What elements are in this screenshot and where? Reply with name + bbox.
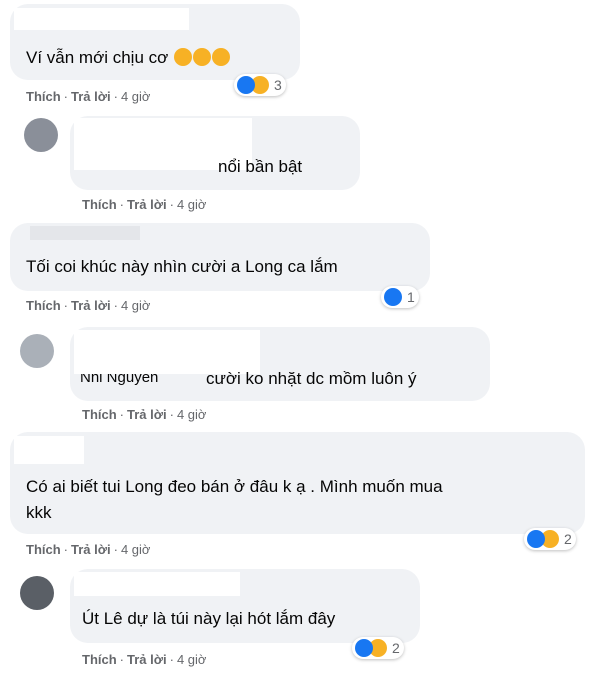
- comment-actions: Thích · Trả lời · 4 giờ: [26, 542, 151, 557]
- timestamp: 4 giờ: [120, 89, 151, 104]
- timestamp: 4 giờ: [176, 652, 207, 667]
- comment-actions: Thích · Trả lời · 4 giờ: [82, 407, 207, 422]
- reaction-count: 3: [274, 77, 282, 93]
- reply-link[interactable]: Trả lời: [71, 542, 111, 557]
- like-link[interactable]: Thích: [82, 197, 117, 212]
- like-link[interactable]: Thích: [26, 542, 61, 557]
- comment-text: nổi bần bật: [218, 157, 303, 176]
- reaction-count: 2: [392, 640, 400, 656]
- reply-link[interactable]: Trả lời: [71, 298, 111, 313]
- like-reaction-icon: [237, 76, 255, 94]
- like-reaction-icon: [527, 530, 545, 548]
- like-reaction-icon: [384, 288, 402, 306]
- like-reaction-icon: [355, 639, 373, 657]
- comment-text: Út Lê dự là túi này lại hót lắm đây: [82, 609, 336, 628]
- comment-actions: Thích · Trả lời · 4 giờ: [82, 197, 207, 212]
- redacted-name: [74, 572, 240, 596]
- like-link[interactable]: Thích: [26, 89, 61, 104]
- redacted-name: [14, 8, 189, 30]
- reply-link[interactable]: Trả lời: [71, 89, 111, 104]
- rolling-laughing-emoji-icon: [174, 48, 193, 66]
- reaction-summary[interactable]: 2: [524, 528, 576, 550]
- comment-text-line2: kkk: [26, 503, 52, 522]
- reply-link[interactable]: Trả lời: [127, 197, 167, 212]
- redacted-name: [30, 226, 140, 240]
- comment-text-line1: Có ai biết tui Long đeo bán ở đâu k ạ . …: [26, 477, 443, 496]
- reaction-summary[interactable]: 3: [234, 74, 286, 96]
- reply-link[interactable]: Trả lời: [127, 652, 167, 667]
- timestamp: 4 giờ: [176, 197, 207, 212]
- rolling-laughing-emoji-icon: [212, 48, 231, 66]
- timestamp: 4 giờ: [176, 407, 207, 422]
- avatar[interactable]: [24, 118, 58, 152]
- reaction-summary[interactable]: 2: [352, 637, 404, 659]
- reply-link[interactable]: Trả lời: [127, 407, 167, 422]
- comment-text: cười ko nhặt dc mồm luôn ý: [206, 369, 417, 388]
- timestamp: 4 giờ: [120, 542, 151, 557]
- avatar[interactable]: [20, 334, 54, 368]
- like-link[interactable]: Thích: [82, 407, 117, 422]
- redacted-name: [14, 436, 84, 464]
- comment-text: Tối coi khúc này nhìn cười a Long ca lắm: [26, 257, 338, 276]
- rolling-laughing-emoji-icon: [193, 48, 212, 66]
- comment-actions: Thích · Trả lời · 4 giờ: [26, 298, 151, 313]
- like-link[interactable]: Thích: [26, 298, 61, 313]
- like-link[interactable]: Thích: [82, 652, 117, 667]
- reaction-count: 1: [407, 289, 415, 305]
- reaction-count: 2: [564, 531, 572, 547]
- timestamp: 4 giờ: [120, 298, 151, 313]
- reaction-summary[interactable]: 1: [381, 286, 419, 308]
- comment-text: Ví vẫn mới chịu cơ: [26, 47, 231, 69]
- comment-actions: Thích · Trả lời · 4 giờ: [26, 89, 151, 104]
- avatar[interactable]: [20, 576, 54, 610]
- comment-actions: Thích · Trả lời · 4 giờ: [82, 652, 207, 667]
